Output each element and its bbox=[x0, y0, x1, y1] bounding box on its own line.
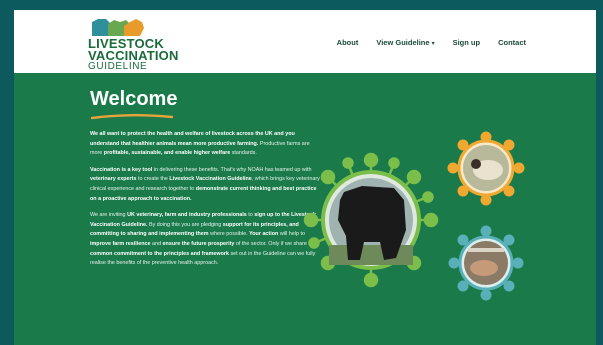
browser-viewport: LIVESTOCK VACCINATION GUIDELINE About Vi… bbox=[14, 10, 596, 345]
cow-vaccine-ring bbox=[303, 152, 439, 288]
pig-vaccine-ring bbox=[448, 225, 524, 301]
sheep-vaccine-ring bbox=[447, 131, 525, 206]
hero-illustrations bbox=[303, 131, 525, 301]
pig-image bbox=[470, 260, 498, 276]
